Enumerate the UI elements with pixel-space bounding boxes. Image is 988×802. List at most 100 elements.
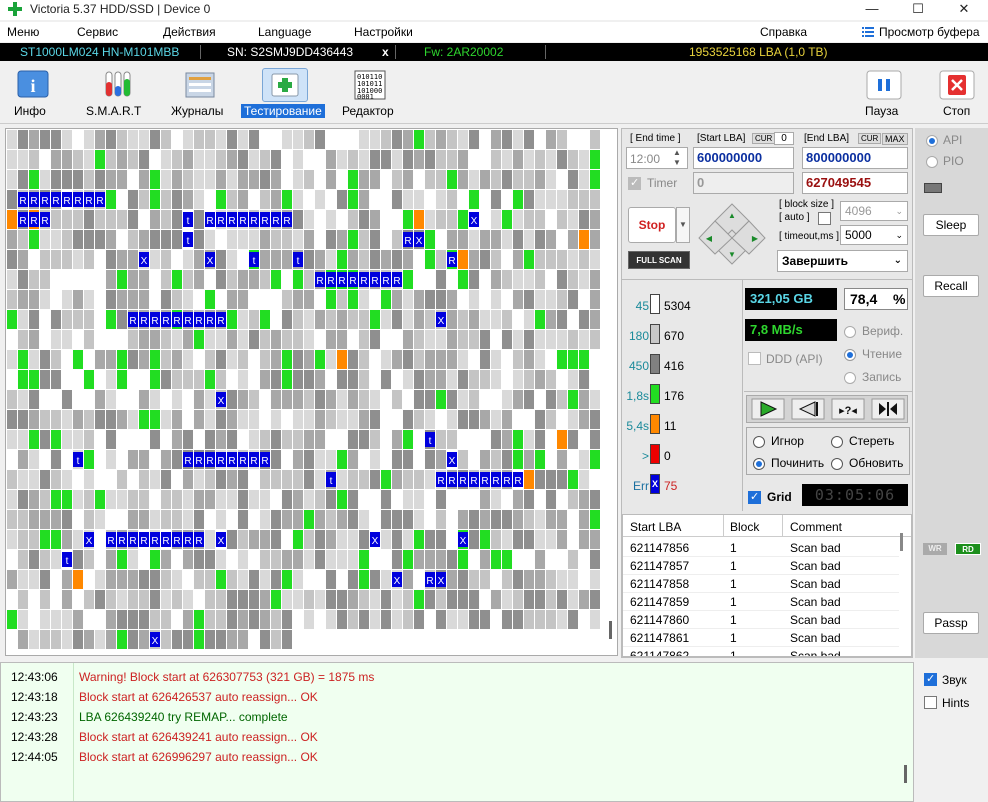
grid-cell	[205, 430, 215, 449]
grid-checkbox[interactable]	[748, 490, 761, 505]
table-row[interactable]: 621147861 1 Scan bad	[623, 629, 899, 647]
grid-cell	[183, 130, 193, 149]
auto-checkbox[interactable]	[818, 211, 831, 226]
timeout-select[interactable]: 5000 ⌄	[840, 225, 908, 245]
ignore-radio[interactable]	[753, 434, 765, 448]
grid-cell	[337, 250, 347, 269]
grid-cell	[590, 610, 600, 629]
table-row[interactable]: 621147856 1 Scan bad	[623, 539, 899, 557]
table-row[interactable]: 621147862 1 Scan bad	[623, 647, 899, 656]
minimize-button[interactable]: —	[850, 0, 894, 20]
table-row[interactable]: 621147857 1 Scan bad	[623, 557, 899, 575]
grid-cell	[392, 510, 402, 529]
table-row[interactable]: 621147859 1 Scan bad	[623, 593, 899, 611]
block-size-select[interactable]: 4096 ⌄	[840, 201, 908, 221]
hints-checkbox[interactable]	[924, 695, 937, 710]
spin-up-icon[interactable]: ▲	[673, 148, 681, 157]
end-time-input[interactable]: 12:00 ▲ ▼	[626, 147, 688, 169]
stop-button-toolbar[interactable]	[934, 68, 980, 102]
repair-radio[interactable]	[753, 456, 765, 470]
start-lba-input[interactable]: 600000000	[693, 147, 794, 169]
ddd-checkbox[interactable]	[748, 351, 761, 366]
erase-label: Стереть	[849, 434, 895, 448]
menu-item-service[interactable]: Сервис	[77, 25, 118, 39]
grid-cell	[304, 590, 314, 609]
pause-button[interactable]	[861, 68, 907, 102]
editor-button[interactable]: 010110 101011 101000 0001	[347, 68, 393, 102]
serial-close-button[interactable]: x	[382, 43, 389, 61]
butterfly-icon[interactable]	[871, 398, 905, 420]
grid-cell	[546, 470, 556, 489]
grid-cell	[51, 390, 61, 409]
logs-button[interactable]	[177, 68, 223, 102]
erase-radio[interactable]	[831, 434, 843, 448]
grid-cell	[260, 490, 270, 509]
rd-indicator: RD	[955, 543, 981, 555]
grid-cell	[403, 510, 413, 529]
recall-button[interactable]: Recall	[923, 275, 979, 297]
grid-cell	[139, 410, 149, 429]
play-icon[interactable]	[751, 398, 785, 420]
grid-cell	[359, 290, 369, 309]
menu-item-help[interactable]: Справка	[760, 25, 807, 39]
maximize-button[interactable]: ☐	[896, 0, 940, 20]
end-max-button[interactable]: MAX	[882, 133, 908, 145]
grid-cell	[579, 230, 589, 249]
direction-pad[interactable]: ▲ ▼ ◀ ▶	[698, 202, 766, 266]
timer-checkbox[interactable]	[628, 176, 641, 191]
grid-cell	[84, 470, 94, 489]
refresh-radio[interactable]	[831, 456, 843, 470]
grid-cell	[590, 170, 600, 189]
grid-cell	[117, 490, 127, 509]
menu-item-actions[interactable]: Действия	[163, 25, 216, 39]
smart-button[interactable]	[95, 68, 141, 102]
grid-cell	[403, 150, 413, 169]
grid-cell	[370, 610, 380, 629]
end-cur-button[interactable]: CUR	[858, 133, 882, 144]
stat-label: 45	[635, 299, 649, 313]
table-scrollbar[interactable]	[900, 533, 903, 551]
sound-checkbox[interactable]	[924, 672, 937, 687]
grid-cell	[128, 470, 138, 489]
passp-button[interactable]: Passp	[923, 612, 979, 634]
grid-cell	[392, 390, 402, 409]
menu-item-menu[interactable]: Меню	[7, 25, 39, 39]
spin-down-icon[interactable]: ▼	[673, 158, 681, 167]
table-row[interactable]: 621147858 1 Scan bad	[623, 575, 899, 593]
grid-cell	[458, 610, 468, 629]
seek-random-icon[interactable]: ▸?◂	[831, 398, 865, 420]
close-button[interactable]: ✕	[942, 0, 986, 20]
menu-item-language[interactable]: Language	[258, 25, 311, 39]
grid-cell	[84, 390, 94, 409]
grid-cell	[18, 570, 28, 589]
start-cur-button[interactable]: CUR	[752, 133, 776, 144]
write-radio[interactable]	[844, 370, 856, 384]
table-row[interactable]: 621147860 1 Scan bad	[623, 611, 899, 629]
timer-input[interactable]: 0	[693, 172, 794, 194]
sleep-button[interactable]: Sleep	[923, 214, 979, 236]
drive-firmware: Fw: 2AR20002	[424, 45, 504, 59]
grid-cell	[183, 150, 193, 169]
full-scan-button[interactable]: FULL SCAN	[628, 251, 690, 269]
end-lba-input[interactable]: 800000000	[802, 147, 908, 169]
grid-cell-marker: t	[66, 556, 69, 567]
clipboard-view-button[interactable]: Просмотр буфера	[879, 25, 980, 39]
testing-button[interactable]	[262, 68, 308, 102]
grid-cell	[238, 510, 248, 529]
rewind-icon[interactable]	[791, 398, 825, 420]
info-button[interactable]: i	[10, 68, 56, 102]
api-radio[interactable]	[926, 133, 938, 147]
finish-action-select[interactable]: Завершить ⌄	[777, 250, 908, 272]
pio-radio[interactable]	[926, 154, 938, 168]
grid-cell-marker: R	[250, 216, 257, 227]
grid-scrollbar[interactable]	[609, 621, 612, 639]
menu-item-settings[interactable]: Настройки	[354, 25, 413, 39]
verify-radio[interactable]	[844, 324, 856, 338]
grid-cell	[590, 330, 600, 349]
stop-dropdown-icon[interactable]: ▼	[676, 207, 690, 243]
log-scrollbar[interactable]	[904, 765, 907, 783]
read-radio[interactable]	[844, 347, 856, 361]
grid-cell	[62, 450, 72, 469]
grid-cell-marker: X	[394, 576, 401, 587]
stop-scan-button[interactable]: Stop	[628, 207, 676, 243]
